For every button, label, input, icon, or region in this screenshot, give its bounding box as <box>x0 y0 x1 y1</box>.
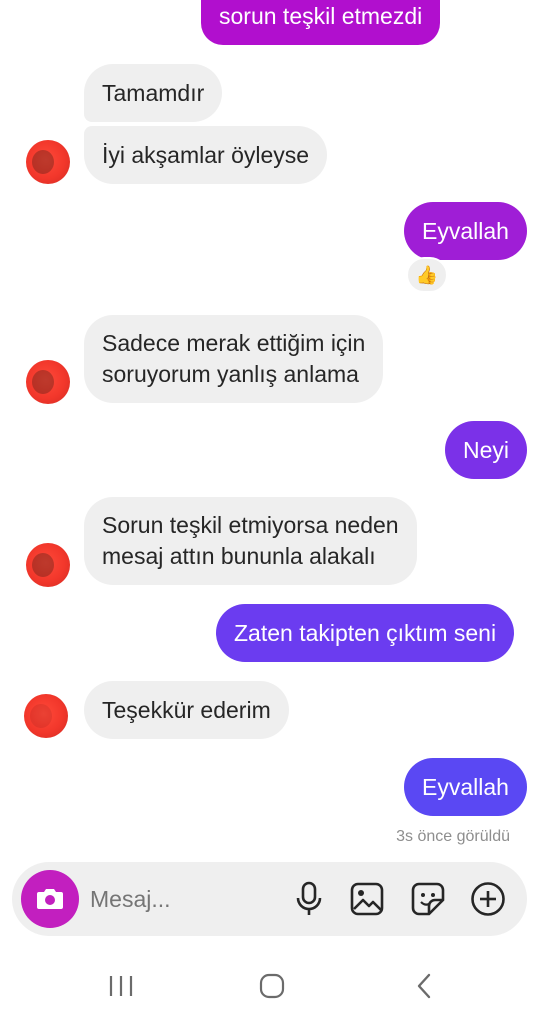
message-text: Eyvallah <box>422 217 509 244</box>
message-text: İyi akşamlar öyleyse <box>102 141 310 168</box>
message-outgoing[interactable]: sorun teşkil etmezdi <box>201 0 441 45</box>
message-text: Tamamdır <box>102 79 205 106</box>
message-text: soruyorum yanlış anlama <box>102 361 359 387</box>
message-text: Zaten takipten çıktım seni <box>234 619 497 646</box>
reaction-badge[interactable]: 👍 <box>406 257 448 293</box>
contact-avatar[interactable] <box>26 543 70 587</box>
home-icon <box>259 973 285 999</box>
microphone-button[interactable] <box>289 879 329 919</box>
message-incoming[interactable]: Tamamdır <box>84 64 223 122</box>
contact-avatar[interactable] <box>26 360 70 404</box>
microphone-icon <box>296 881 322 915</box>
thumbs-up-icon: 👍 <box>415 264 439 285</box>
message-outgoing[interactable]: Neyi <box>445 421 528 479</box>
back-icon <box>417 973 431 999</box>
message-incoming[interactable]: Teşekkür ederim <box>84 681 289 739</box>
message-text: Sorun teşkil etmiyorsa neden <box>102 512 399 538</box>
message-incoming[interactable]: Sadece merak ettiğim için soruyorum yanl… <box>84 315 384 403</box>
camera-button[interactable] <box>21 870 79 928</box>
message-text: Sadece merak ettiğim için <box>102 330 366 356</box>
gallery-icon <box>350 882 384 916</box>
recent-apps-button[interactable] <box>101 968 141 1004</box>
seen-status: 3s önce görüldü <box>396 828 510 845</box>
gallery-button[interactable] <box>347 879 387 919</box>
contact-avatar[interactable] <box>24 694 68 738</box>
message-text: sorun teşkil etmezdi <box>219 3 423 29</box>
contact-avatar[interactable] <box>26 140 70 184</box>
back-button[interactable] <box>404 968 444 1004</box>
message-composer <box>12 862 527 936</box>
camera-icon <box>37 889 63 909</box>
home-button[interactable] <box>252 968 292 1004</box>
message-text: Teşekkür ederim <box>102 696 271 723</box>
message-text: Eyvallah <box>422 773 509 800</box>
message-text: Neyi <box>463 436 510 463</box>
plus-icon <box>471 882 505 916</box>
system-nav-bar <box>0 950 540 1020</box>
sticker-button[interactable] <box>408 879 448 919</box>
recent-apps-icon <box>109 976 133 996</box>
message-input[interactable] <box>90 862 290 936</box>
plus-button[interactable] <box>468 879 508 919</box>
message-outgoing[interactable]: Zaten takipten çıktım seni <box>216 604 515 662</box>
message-incoming[interactable]: Sorun teşkil etmiyorsa neden mesaj attın… <box>84 497 417 585</box>
message-incoming[interactable]: İyi akşamlar öyleyse <box>84 126 328 184</box>
message-text: mesaj attın bununla alakalı <box>102 543 376 569</box>
message-outgoing[interactable]: Eyvallah <box>404 758 527 816</box>
sticker-icon <box>411 882 445 916</box>
message-outgoing[interactable]: Eyvallah <box>404 202 527 260</box>
